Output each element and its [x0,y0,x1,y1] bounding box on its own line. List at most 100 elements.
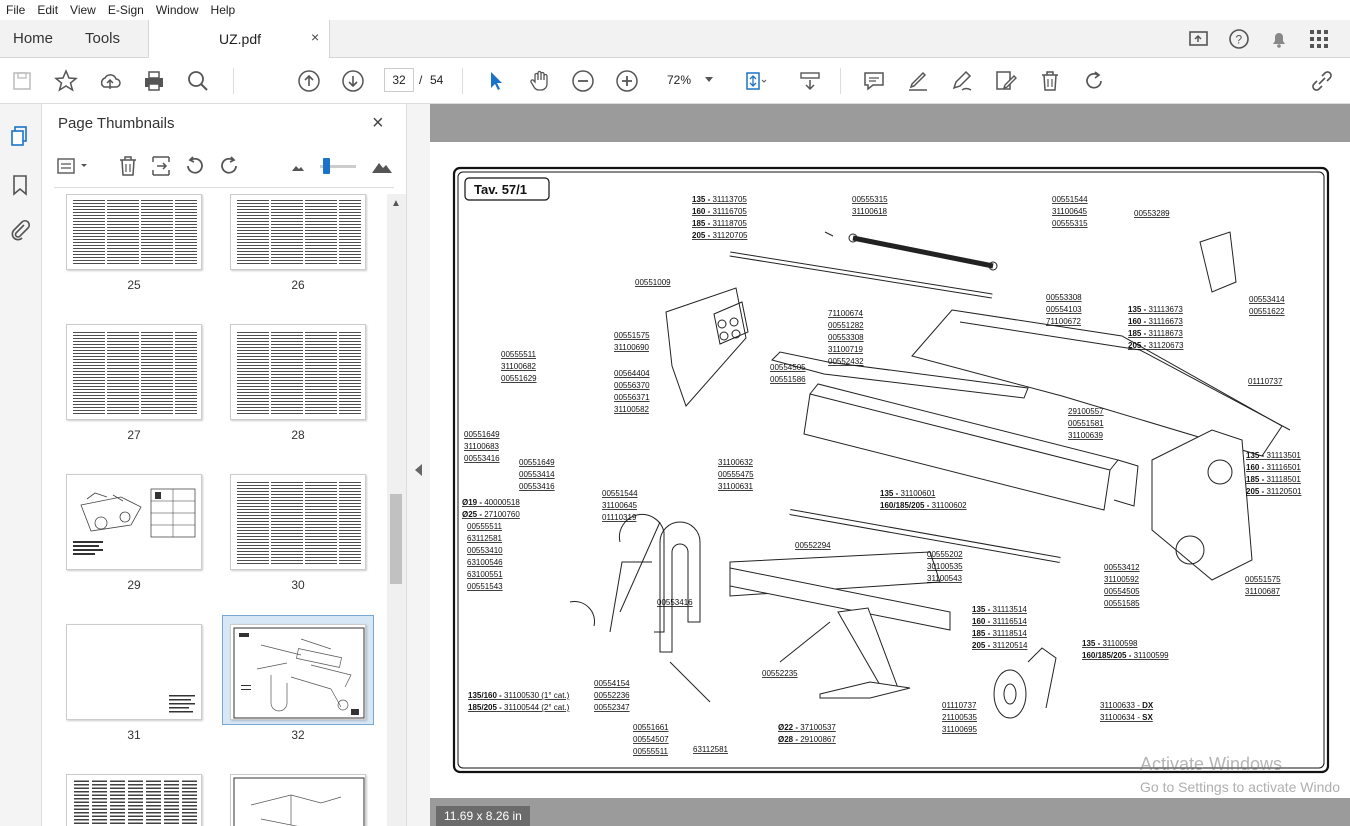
thumbnail-page-31[interactable] [66,624,202,720]
part-number-callout: Ø28 - 29100867 [778,735,836,744]
print-icon[interactable] [141,68,167,94]
part-number-text: 37100537 [800,723,836,732]
page-thumbnails-icon[interactable] [8,124,32,148]
part-number-text: 31100602 [932,501,968,510]
save-icon[interactable] [9,68,35,94]
part-number-text: 63112581 [467,534,503,543]
menu-view[interactable]: View [64,3,102,17]
part-number-text: 31116501 [1266,463,1301,472]
part-number-text: 31100695 [942,725,978,734]
part-number-callout: 00551586 [770,375,806,384]
menu-help[interactable]: Help [205,3,242,17]
tab-document[interactable]: UZ.pdf × [148,20,330,58]
next-page-icon[interactable] [340,68,366,94]
highlight-pen-icon[interactable] [905,68,931,94]
page-fit-icon[interactable] [741,68,767,94]
close-panel-icon[interactable]: × [372,112,384,135]
find-zoom-icon[interactable] [185,68,211,94]
thumbnail-page-26[interactable] [230,194,366,270]
thumbnail-label: 26 [291,278,305,292]
scrollbar-thumb[interactable] [390,494,402,584]
draw-sign-icon[interactable] [949,68,975,94]
part-number-callout: 205 - 31120501 [1246,487,1302,496]
thumbnail-page-34[interactable] [230,774,366,826]
help-icon[interactable]: ? [1226,26,1252,52]
tab-home[interactable]: Home [13,30,53,47]
share-screen-icon[interactable] [1186,26,1212,52]
part-number-callout: 00554154 [594,679,630,688]
extract-pages-icon[interactable] [149,154,173,178]
page-number-input[interactable]: 32 [384,68,414,92]
page-size-status: 11.69 x 8.26 in [436,806,530,826]
part-number-callout: 31100682 [501,362,537,371]
part-number-callout: 00551009 [635,278,671,287]
part-number-callout: 31100582 [614,405,650,414]
menu-window[interactable]: Window [150,3,205,17]
edit-pdf-icon[interactable] [993,68,1019,94]
thumbnail-options-menu-icon[interactable] [56,154,90,178]
menu-esign[interactable]: E-Sign [102,3,150,17]
part-number-callout: 00553412 [1104,563,1140,572]
part-number-text: 31100690 [614,343,650,352]
tab-tools[interactable]: Tools [85,30,120,47]
share-link-icon[interactable] [1309,68,1335,94]
scroll-mode-icon[interactable] [797,68,823,94]
part-number-text: 31118673 [1148,329,1183,338]
thumbnail-page-33[interactable] [66,774,202,826]
comment-icon[interactable] [861,68,887,94]
rotate-clockwise-icon[interactable] [217,154,241,178]
thumbnail-page-32[interactable] [230,624,366,720]
document-canvas[interactable]: Tav. 57/1 135 - 31113705 160 - 31116705 … [430,104,1350,826]
delete-page-icon[interactable] [116,154,140,178]
part-number-callout: 00552236 [594,691,630,700]
bookmark-star-icon[interactable] [53,68,79,94]
zoom-out-icon[interactable] [570,68,596,94]
thumbnail-size-slider-handle[interactable] [323,158,330,174]
part-number-text: 00552432 [828,357,864,366]
part-number-text: DX [1142,701,1154,710]
collapse-panel-arrow-icon[interactable] [415,464,422,476]
part-number-callout: 63112581 [467,534,503,543]
scroll-up-arrow-icon[interactable]: ▲ [391,198,401,209]
small-thumbnails-mountain-icon[interactable] [286,154,310,178]
thumbnail-page-29[interactable] [66,474,202,570]
select-cursor-icon[interactable] [483,68,509,94]
thumbnails-scrollbar[interactable]: ▲ [387,194,406,826]
part-number-callout: 00555315 [852,195,888,204]
part-number-callout: Ø25 - 27100760 [462,510,520,519]
chevron-down-icon [705,77,713,82]
previous-page-icon[interactable] [296,68,322,94]
part-number-text: 31116514 [992,617,1027,626]
part-number-text: 00551009 [635,278,671,287]
thumbnails-list: 25 26 27 28 29 30 31 32 [42,194,387,826]
thumbnail-page-27[interactable] [66,324,202,420]
part-number-text: 00551585 [1104,599,1140,608]
thumbnail-page-28[interactable] [230,324,366,420]
large-thumbnails-mountain-icon[interactable] [370,154,394,178]
close-tab-icon[interactable]: × [311,29,319,45]
rotate-icon[interactable] [1081,68,1107,94]
notifications-bell-icon[interactable] [1266,26,1292,52]
part-number-text: 21100535 [942,713,978,722]
bookmarks-icon[interactable] [8,173,32,197]
menu-file[interactable]: File [0,3,31,17]
part-number-text: 185 - [692,219,712,228]
menu-edit[interactable]: Edit [31,3,64,17]
attachments-paperclip-icon[interactable] [8,218,32,242]
part-number-callout: 29100557 [1068,407,1104,416]
apps-grid-icon[interactable] [1306,26,1332,52]
part-number-callout: 00551282 [828,321,864,330]
upload-cloud-icon[interactable] [97,68,123,94]
part-number-callout: 00553416 [657,598,693,607]
delete-trash-icon[interactable] [1037,68,1063,94]
zoom-in-icon[interactable] [614,68,640,94]
thumbnail-label: 28 [291,428,305,442]
zoom-level-select[interactable]: 72% [655,68,719,92]
part-number-text: Ø28 - [778,735,800,744]
hand-tool-icon[interactable] [527,68,553,94]
thumbnail-page-30[interactable] [230,474,366,570]
panel-splitter[interactable] [406,104,430,826]
rotate-counterclockwise-icon[interactable] [183,154,207,178]
part-number-text: 01110319 [602,513,637,522]
thumbnail-page-25[interactable] [66,194,202,270]
